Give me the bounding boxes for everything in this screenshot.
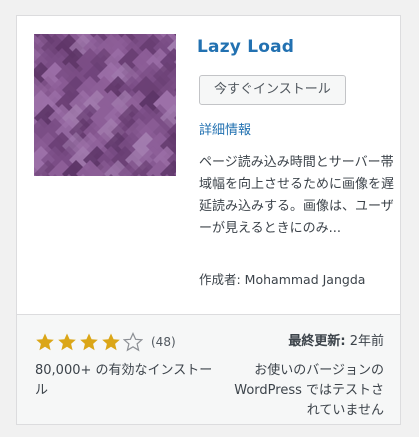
more-details-link[interactable]: 詳細情報: [199, 119, 251, 138]
plugin-thumbnail[interactable]: [34, 34, 176, 176]
last-updated-value: 2年前: [345, 334, 384, 349]
last-updated: 最終更新: 2年前: [288, 330, 384, 349]
star-filled-icon: [80, 333, 98, 351]
plugin-title-link[interactable]: Lazy Load: [197, 37, 294, 57]
star-filled-icon: [102, 333, 120, 351]
thumbnail-pattern-icon: [34, 34, 176, 176]
star-empty-icon: [123, 332, 143, 352]
plugin-card-top: Lazy Load 今すぐインストール 詳細情報 ページ読み込み時間とサーバー帯…: [17, 16, 400, 314]
plugin-card-bottom: (48) 80,000+ の有効なインストール 最終更新: 2年前 お使いのバー…: [17, 314, 400, 424]
plugin-description: ページ読み込み時間とサーバー帯域幅を向上させるために画像を遅延読み込みする。画像…: [199, 155, 395, 236]
rating-count: (48): [151, 335, 176, 349]
install-now-button[interactable]: 今すぐインストール: [199, 75, 346, 105]
star-filled-icon: [58, 333, 76, 351]
star-rating: (48): [35, 332, 176, 352]
compatibility-notice: お使いのバージョンの WordPress ではテストされていません: [234, 363, 384, 418]
star-filled-icon: [36, 333, 54, 351]
plugin-author: 作成者: Mohammad Jangda: [199, 272, 366, 287]
last-updated-label: 最終更新:: [288, 334, 346, 349]
active-installs: 80,000+ の有効なインストール: [35, 363, 213, 398]
plugin-card: Lazy Load 今すぐインストール 詳細情報 ページ読み込み時間とサーバー帯…: [16, 15, 401, 425]
stars-container: [35, 332, 145, 352]
